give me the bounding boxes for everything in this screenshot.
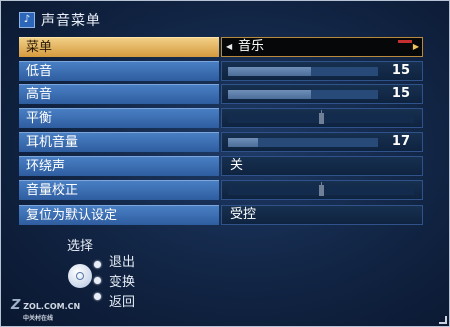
surround-value: 关: [230, 158, 244, 173]
headphone-fill: [228, 138, 258, 147]
watermark-logo: Z: [11, 298, 21, 313]
arrow-right-icon[interactable]: ▶: [413, 38, 419, 56]
row-label: 低音: [19, 61, 219, 81]
row-label: 复位为默认设定: [19, 205, 219, 225]
music-note-icon: ♪: [19, 12, 35, 28]
menu-row-reset[interactable]: 复位为默认设定 受控: [19, 205, 423, 225]
correction-marker[interactable]: [319, 185, 324, 196]
menu-title: 声音菜单: [41, 13, 101, 29]
row-label: 高音: [19, 84, 219, 104]
tv-screen: ♪ 声音菜单 菜单 ◀ 音乐 ▶ 低音 15 高音 15 平衡 耳机音量 17 …: [0, 0, 450, 327]
mode-selector[interactable]: ◀ 音乐 ▶: [221, 37, 423, 57]
help-select-label: 选择: [67, 239, 94, 254]
back-dot-icon: [94, 293, 101, 300]
row-label: 平衡: [19, 108, 219, 128]
bass-value: 15: [391, 63, 410, 78]
balance-marker[interactable]: [319, 113, 324, 124]
treble-fill: [228, 90, 311, 99]
menu-row-bass[interactable]: 低音 15: [19, 61, 423, 81]
menu-row-balance[interactable]: 平衡: [19, 108, 423, 128]
row-label: 音量校正: [19, 180, 219, 200]
menu-row-treble[interactable]: 高音 15: [19, 84, 423, 104]
bass-track: [228, 67, 378, 76]
help-change-label: 变换: [109, 275, 136, 290]
dpad-icon: [68, 264, 92, 288]
balance-track: [228, 110, 414, 124]
volume-correction-slider[interactable]: [221, 180, 423, 200]
surround-value-box[interactable]: 关: [221, 156, 423, 176]
treble-track: [228, 90, 378, 99]
menu-row-mode[interactable]: 菜单 ◀ 音乐 ▶: [19, 37, 423, 57]
change-dot-icon: [94, 277, 101, 284]
mode-value: 音乐: [238, 39, 265, 54]
reset-value-box[interactable]: 受控: [221, 205, 423, 225]
dpad-center: [76, 272, 84, 280]
watermark-site: ZOL.COM.CN: [23, 302, 81, 311]
frame-corner: [439, 316, 447, 324]
headphone-volume-slider[interactable]: 17: [221, 132, 423, 152]
watermark-sub: 中关村在线: [23, 315, 54, 322]
menu-header: ♪ 声音菜单: [19, 10, 101, 30]
reset-value: 受控: [230, 207, 257, 222]
row-label: 耳机音量: [19, 132, 219, 152]
bass-fill: [228, 67, 311, 76]
arrow-left-icon[interactable]: ◀: [226, 38, 232, 56]
treble-value: 15: [391, 86, 410, 101]
balance-slider[interactable]: [221, 108, 423, 128]
help-exit-label: 退出: [109, 255, 136, 270]
row-label: 环绕声: [19, 156, 219, 176]
help-back-label: 返回: [109, 295, 136, 310]
menu-row-surround[interactable]: 环绕声 关: [19, 156, 423, 176]
bass-slider[interactable]: 15: [221, 61, 423, 81]
signal-indicator: [398, 40, 412, 43]
exit-dot-icon: [94, 261, 101, 268]
menu-row-volume-correction[interactable]: 音量校正: [19, 180, 423, 200]
correction-track: [228, 182, 414, 196]
headphone-value: 17: [391, 134, 410, 149]
row-label: 菜单: [19, 37, 219, 57]
treble-slider[interactable]: 15: [221, 84, 423, 104]
watermark: Z ZOL.COM.CN 中关村在线: [11, 298, 80, 322]
menu-row-headphone-volume[interactable]: 耳机音量 17: [19, 132, 423, 152]
headphone-track: [228, 138, 378, 147]
